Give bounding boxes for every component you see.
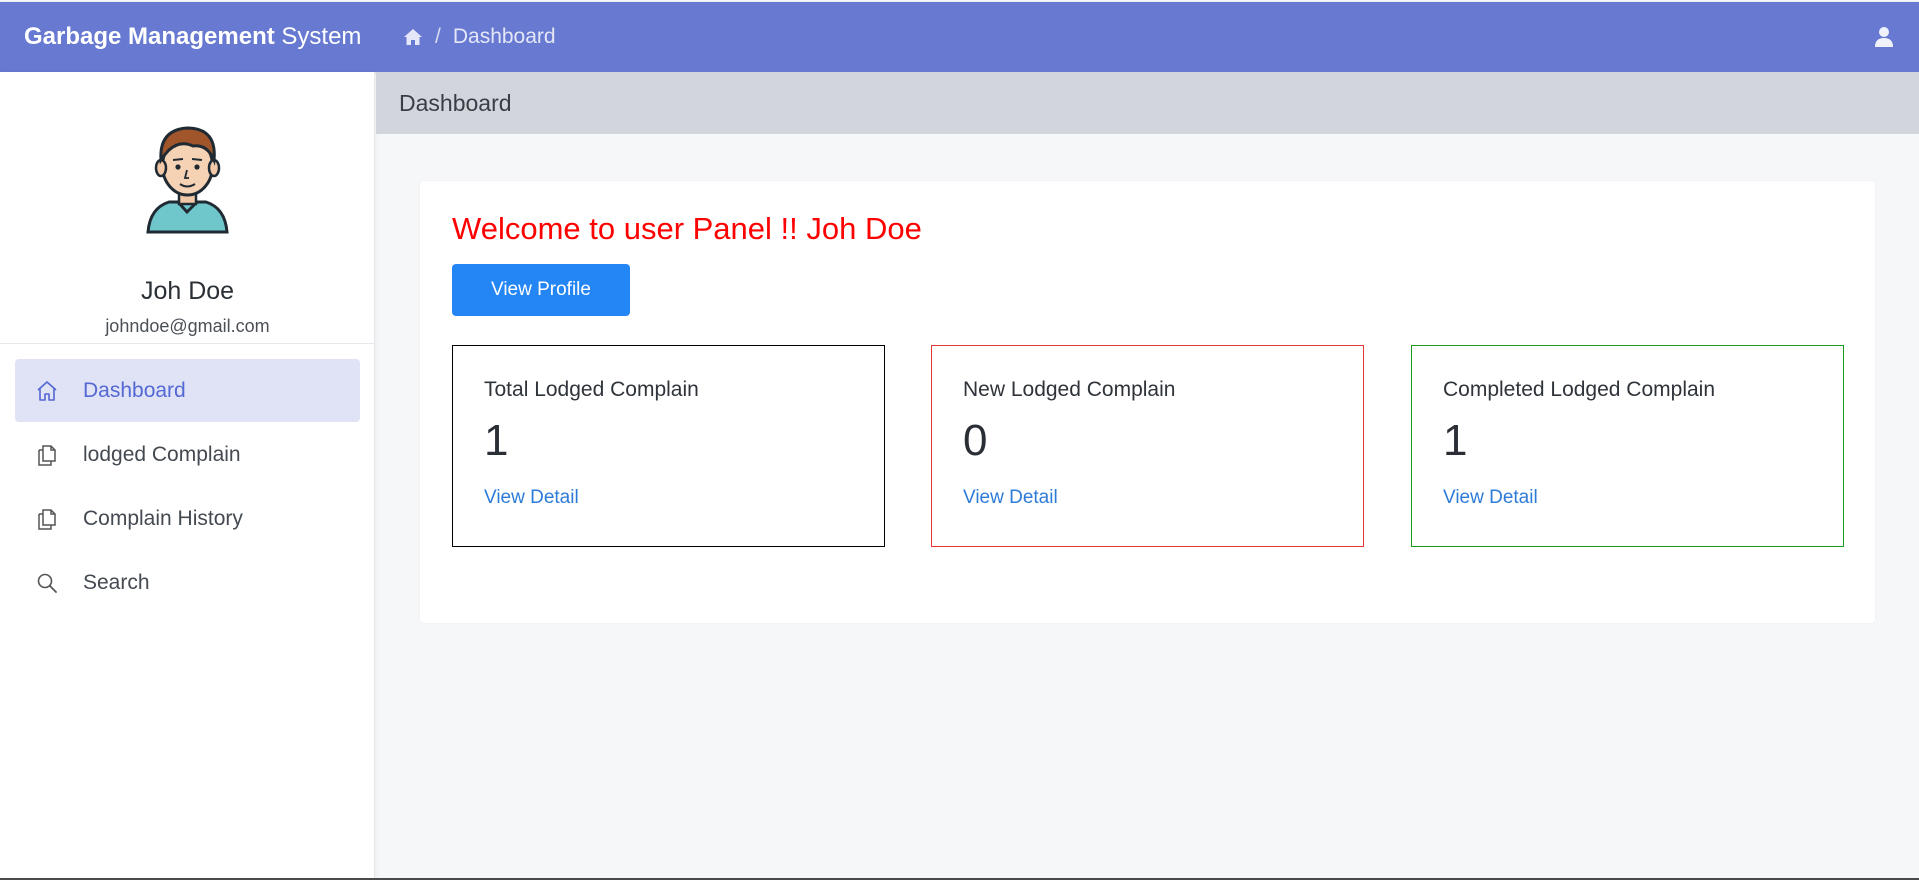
breadcrumb-current: Dashboard	[452, 25, 556, 48]
avatar	[146, 126, 229, 234]
card-title: New Lodged Complain	[963, 378, 1176, 401]
sidebar-item-label: Search	[83, 570, 150, 594]
sidebar-item-search[interactable]: Search	[15, 551, 360, 614]
stat-card-completed: Completed Lodged Complain 1 View Detail	[1411, 345, 1844, 547]
dashboard-panel: Welcome to user Panel !! Joh Doe View Pr…	[420, 181, 1875, 623]
stat-card-new: New Lodged Complain 0 View Detail	[931, 345, 1364, 547]
user-icon[interactable]	[1875, 26, 1893, 48]
brand-bold: Garbage Management	[24, 23, 275, 50]
documents-icon	[38, 444, 56, 466]
documents-icon	[38, 508, 56, 530]
page-title: Dashboard	[376, 72, 1919, 134]
breadcrumb: / Dashboard	[403, 25, 556, 49]
view-detail-link[interactable]: View Detail	[1443, 487, 1538, 509]
search-icon	[37, 573, 57, 593]
view-profile-button[interactable]: View Profile	[452, 264, 630, 316]
sidebar-item-label: lodged Complain	[83, 442, 241, 466]
view-detail-link[interactable]: View Detail	[484, 487, 579, 509]
card-value: 1	[1443, 416, 1468, 465]
card-value: 1	[484, 416, 509, 465]
breadcrumb-separator: /	[435, 25, 441, 48]
sidebar-item-dashboard[interactable]: Dashboard	[15, 359, 360, 422]
brand-title[interactable]: Garbage Management System	[24, 23, 361, 51]
user-name: Joh Doe	[140, 277, 235, 305]
card-title: Total Lodged Complain	[484, 378, 699, 401]
user-email: johndoe@gmail.com	[105, 316, 270, 336]
sidebar-item-label: Dashboard	[83, 378, 186, 402]
sidebar-nav: Dashboard lodged Complain Complain Histo…	[15, 359, 360, 615]
view-detail-link[interactable]: View Detail	[963, 487, 1058, 509]
card-value: 0	[963, 416, 988, 465]
home-icon	[37, 380, 57, 401]
sidebar-item-label: Complain History	[83, 506, 243, 530]
sidebar-item-lodged-complain[interactable]: lodged Complain	[15, 423, 360, 486]
card-title: Completed Lodged Complain	[1443, 378, 1716, 401]
sidebar-item-complain-history[interactable]: Complain History	[15, 487, 360, 550]
sidebar-divider	[0, 343, 375, 344]
stat-card-total: Total Lodged Complain 1 View Detail	[452, 345, 885, 547]
home-icon[interactable]	[403, 28, 423, 46]
top-navbar: Garbage Management System / Dashboard	[0, 2, 1919, 72]
sidebar: Joh Doe johndoe@gmail.com Dashboard lodg…	[0, 72, 375, 880]
brand-light: System	[281, 23, 362, 50]
welcome-heading: Welcome to user Panel !! Joh Doe	[452, 211, 922, 246]
